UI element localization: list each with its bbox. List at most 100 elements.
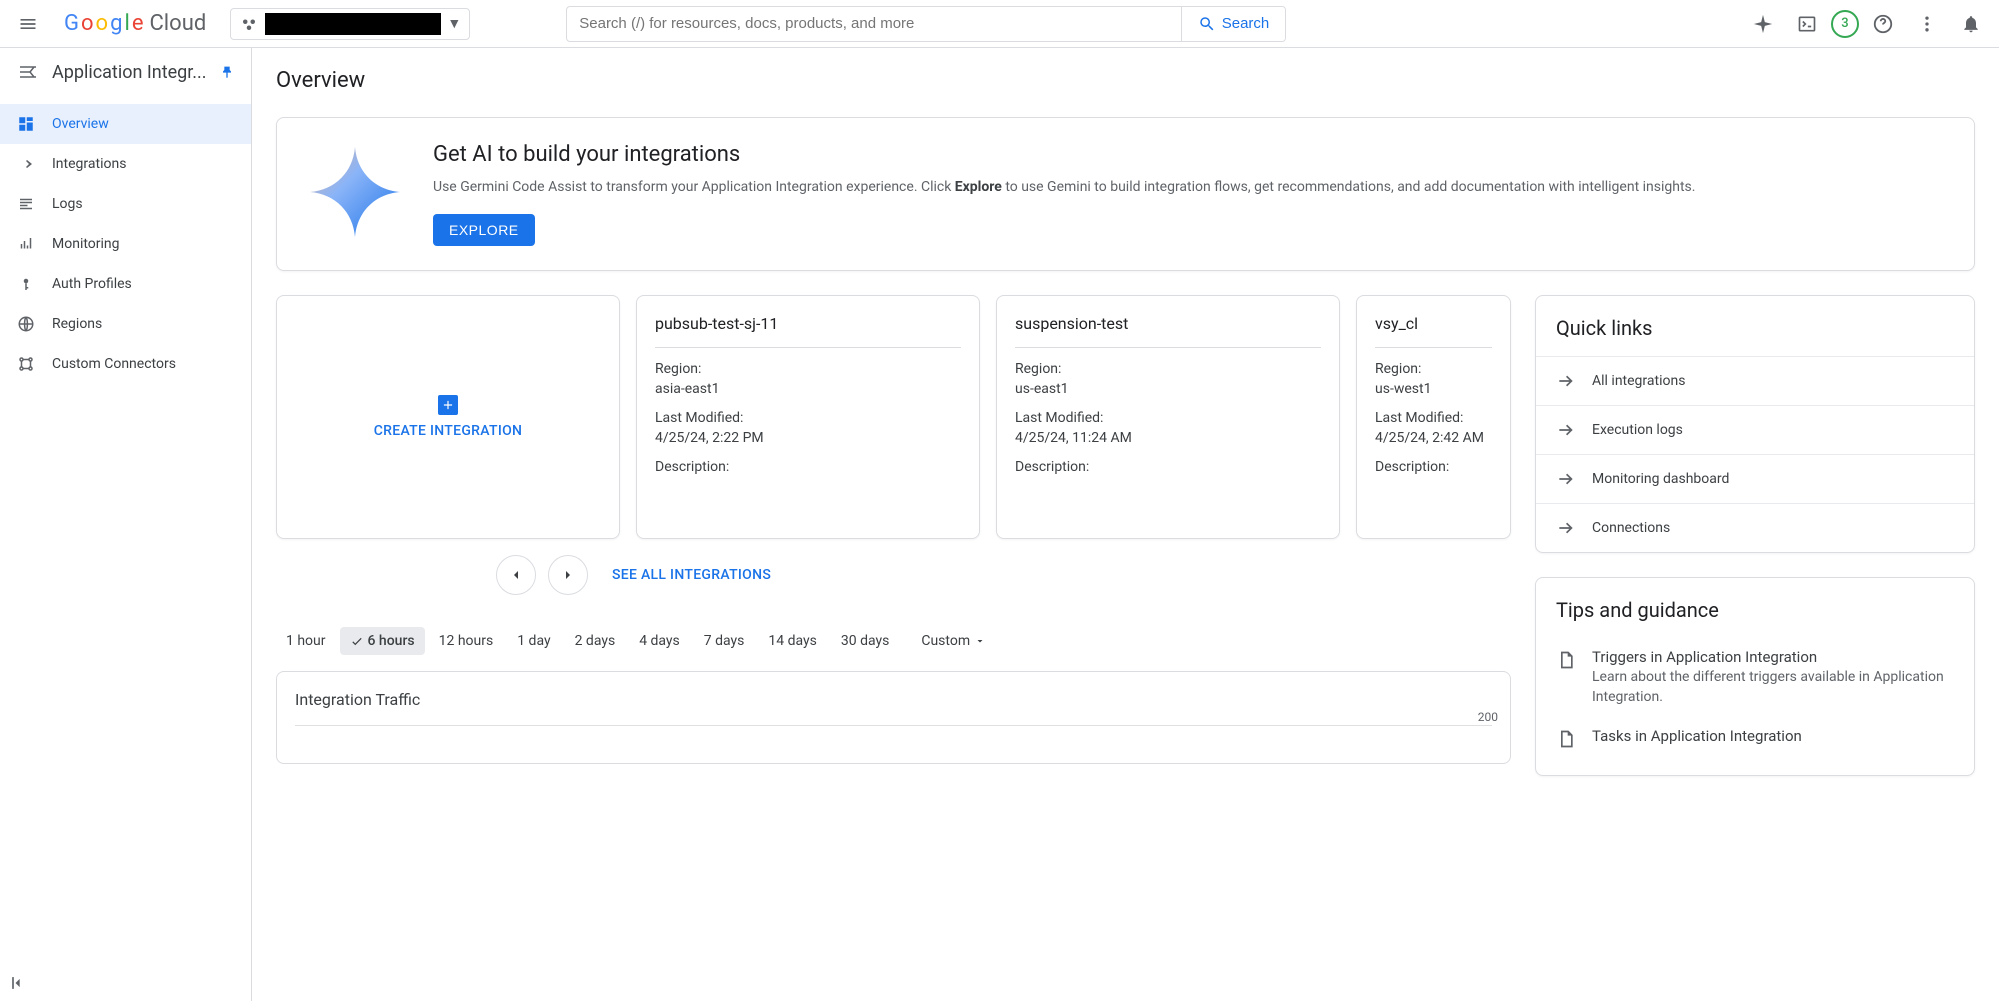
next-page-button[interactable] (548, 555, 588, 595)
quick-link-execution-logs[interactable]: Execution logs (1536, 405, 1974, 454)
hamburger-menu-icon[interactable] (8, 4, 48, 44)
cloud-shell-icon[interactable] (1787, 4, 1827, 44)
sidebar-item-monitoring[interactable]: Monitoring (0, 224, 251, 264)
chevron-right-icon (560, 567, 576, 583)
free-trial-badge[interactable]: 3 (1831, 10, 1859, 38)
search-icon (1198, 15, 1216, 33)
searchbar: Search (566, 6, 1286, 42)
sidebar-item-custom-connectors[interactable]: Custom Connectors (0, 344, 251, 384)
timerange-6h[interactable]: 6 hours (340, 627, 425, 655)
quick-links-title: Quick links (1536, 296, 1974, 356)
help-icon[interactable] (1863, 4, 1903, 44)
chevron-left-icon (508, 567, 524, 583)
arrow-right-icon (1556, 420, 1576, 440)
create-integration-card[interactable]: CREATE INTEGRATION (276, 295, 620, 539)
dashboard-icon (16, 114, 36, 134)
caret-down-icon (974, 635, 986, 647)
sidebar-item-auth-profiles[interactable]: Auth Profiles (0, 264, 251, 304)
tips-title: Tips and guidance (1536, 578, 1974, 638)
promo-text: Use Germini Code Assist to transform you… (433, 177, 1695, 198)
quick-link-label: Execution logs (1592, 422, 1683, 438)
trial-count: 3 (1841, 16, 1848, 31)
traffic-chart: 200 (295, 725, 1492, 745)
search-input[interactable] (567, 15, 1180, 32)
pin-icon[interactable] (219, 64, 235, 80)
timerange-7d[interactable]: 7 days (694, 627, 755, 655)
globe-icon (16, 314, 36, 334)
prev-page-button[interactable] (496, 555, 536, 595)
more-vert-icon[interactable] (1907, 4, 1947, 44)
timerange-picker: 1 hour 6 hours 12 hours 1 day 2 days 4 d… (276, 627, 1511, 655)
search-button-label: Search (1222, 15, 1270, 32)
project-name-redacted (265, 13, 441, 35)
create-integration-label: CREATE INTEGRATION (374, 423, 523, 439)
quick-link-label: Monitoring dashboard (1592, 471, 1729, 487)
monitoring-icon (16, 234, 36, 254)
quick-link-monitoring-dashboard[interactable]: Monitoring dashboard (1536, 454, 1974, 503)
timerange-2d[interactable]: 2 days (565, 627, 626, 655)
project-picker[interactable]: ▼ (230, 8, 470, 40)
arrow-right-icon (1556, 371, 1576, 391)
timerange-1h[interactable]: 1 hour (276, 627, 336, 655)
caret-down-icon: ▼ (447, 15, 461, 32)
sidebar-item-label: Regions (52, 316, 102, 332)
document-icon (1556, 729, 1576, 749)
arrow-right-icon (16, 154, 36, 174)
product-icon (16, 60, 40, 84)
timerange-30d[interactable]: 30 days (831, 627, 899, 655)
logo-cloud-text: Cloud (149, 11, 206, 36)
sidebar-item-label: Auth Profiles (52, 276, 132, 292)
sidebar-item-overview[interactable]: Overview (0, 104, 251, 144)
collapse-sidebar-icon[interactable] (0, 965, 36, 1001)
check-icon (350, 634, 364, 648)
integration-name: suspension-test (1015, 314, 1321, 348)
integration-card[interactable]: pubsub-test-sj-11 Region:asia-east1 Last… (636, 295, 980, 539)
project-icon (239, 14, 259, 34)
product-name: Application Integr... (52, 62, 207, 83)
sidebar-item-label: Logs (52, 196, 83, 212)
gemini-spark-icon (305, 142, 405, 242)
sidebar-item-label: Custom Connectors (52, 356, 176, 372)
timerange-4d[interactable]: 4 days (629, 627, 690, 655)
quick-link-all-integrations[interactable]: All integrations (1536, 356, 1974, 405)
tip-desc: Learn about the different triggers avail… (1592, 668, 1954, 707)
sidebar-item-label: Monitoring (52, 236, 120, 252)
integration-name: vsy_cl (1375, 314, 1492, 348)
tip-item[interactable]: Triggers in Application Integration Lear… (1556, 638, 1954, 717)
logs-icon (16, 194, 36, 214)
arrow-right-icon (1556, 469, 1576, 489)
plus-icon (438, 395, 458, 415)
gemini-promo-card: Get AI to build your integrations Use Ge… (276, 117, 1975, 271)
see-all-integrations-link[interactable]: SEE ALL INTEGRATIONS (612, 567, 771, 583)
sidebar-item-label: Integrations (52, 156, 126, 172)
timerange-custom[interactable]: Custom (911, 627, 996, 655)
tip-title: Tasks in Application Integration (1592, 727, 1802, 745)
google-cloud-logo[interactable]: Google Cloud (56, 11, 214, 36)
explore-button[interactable]: EXPLORE (433, 214, 535, 246)
integration-card[interactable]: vsy_cl Region:us-west1 Last Modified:4/2… (1356, 295, 1511, 539)
sidebar-item-logs[interactable]: Logs (0, 184, 251, 224)
notifications-icon[interactable] (1951, 4, 1991, 44)
connectors-icon (16, 354, 36, 374)
integration-name: pubsub-test-sj-11 (655, 314, 961, 348)
sidebar-item-regions[interactable]: Regions (0, 304, 251, 344)
page-title: Overview (276, 68, 1975, 93)
gemini-icon[interactable] (1743, 4, 1783, 44)
document-icon (1556, 650, 1576, 707)
quick-link-connections[interactable]: Connections (1536, 503, 1974, 552)
timerange-14d[interactable]: 14 days (758, 627, 826, 655)
search-button[interactable]: Search (1181, 7, 1286, 41)
timerange-1d[interactable]: 1 day (507, 627, 560, 655)
quick-link-label: Connections (1592, 520, 1670, 536)
timerange-12h[interactable]: 12 hours (429, 627, 504, 655)
quick-links-panel: Quick links All integrations Execution l… (1535, 295, 1975, 553)
sidebar-item-label: Overview (52, 116, 109, 132)
quick-link-label: All integrations (1592, 373, 1685, 389)
tip-item[interactable]: Tasks in Application Integration (1556, 717, 1954, 759)
arrow-right-icon (1556, 518, 1576, 538)
promo-heading: Get AI to build your integrations (433, 142, 1695, 167)
integration-card[interactable]: suspension-test Region:us-east1 Last Mod… (996, 295, 1340, 539)
tip-title: Triggers in Application Integration (1592, 648, 1954, 666)
integration-traffic-card: Integration Traffic 200 (276, 671, 1511, 764)
sidebar-item-integrations[interactable]: Integrations (0, 144, 251, 184)
